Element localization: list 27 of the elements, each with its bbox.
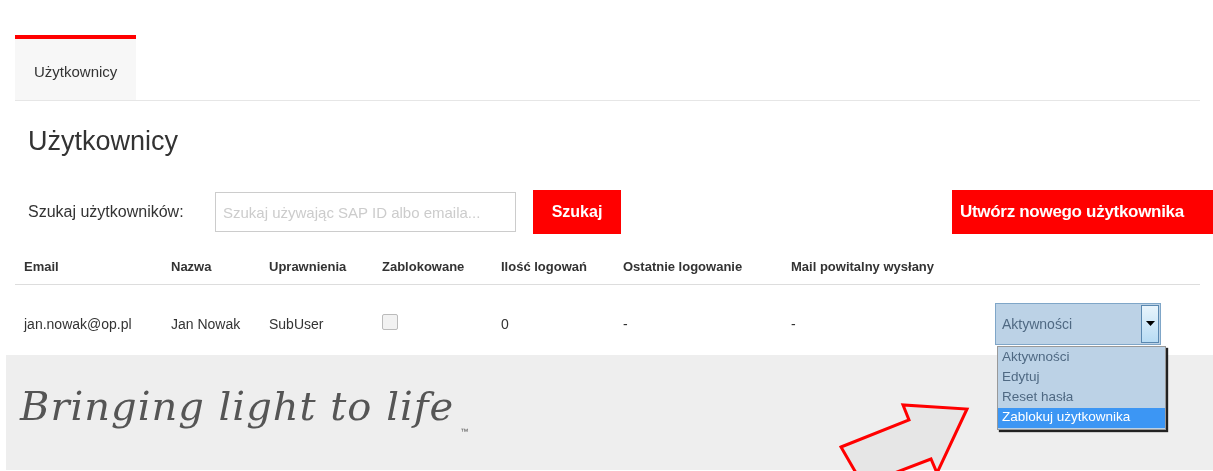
table-cell-text: jan.nowak@op.pl: [24, 315, 133, 332]
dropdown-option[interactable]: Edytuj: [998, 367, 1165, 388]
search-label: Szukaj użytkowników:: [28, 203, 185, 221]
page-title: Użytkownicy: [28, 126, 180, 158]
caret-icon: [1145, 321, 1155, 326]
column-header: Uprawnienia: [269, 259, 348, 274]
dropdown-option[interactable]: Aktywności: [998, 347, 1165, 368]
checkbox[interactable]: [382, 314, 398, 330]
table-cell-text: -: [623, 315, 629, 332]
dropdown-option[interactable]: Reset hasła: [998, 387, 1165, 408]
table-cell-text: Jan Nowak: [171, 315, 242, 332]
table-cell-text: SubUser: [269, 315, 325, 332]
column-header: Zablokowane: [382, 259, 466, 274]
tab[interactable]: Użytkownicy: [15, 35, 137, 100]
create-user-button[interactable]: Utwórz nowego użytkownika: [952, 190, 1213, 234]
column-header: Mail powitalny wysłany: [791, 259, 936, 274]
column-header: Ilość logowań: [501, 259, 588, 274]
table-cell-text: -: [791, 315, 797, 332]
column-header: Email: [24, 259, 60, 274]
slogan: Bringing light to life: [20, 383, 455, 429]
search-button[interactable]: Szukaj: [533, 190, 621, 234]
column-header: Nazwa: [171, 259, 213, 274]
dropdown-option[interactable]: Zablokuj użytkownika: [998, 407, 1165, 428]
trademark-mark: ™: [460, 427, 469, 436]
table-cell-text: 0: [501, 315, 510, 332]
column-header: Ostatnie logowanie: [623, 259, 744, 274]
actions-dropdown[interactable]: Aktywności: [996, 303, 1160, 344]
